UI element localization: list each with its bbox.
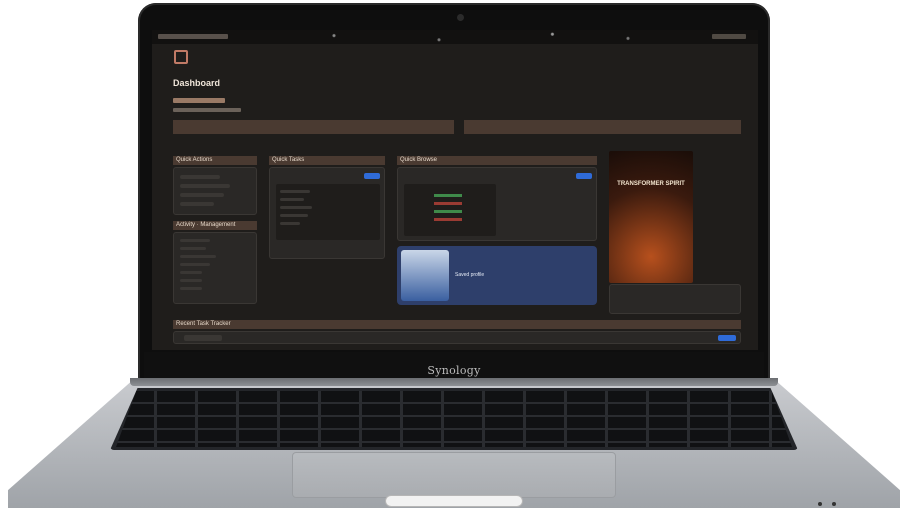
status-light xyxy=(832,502,836,506)
device-brand: Synology xyxy=(427,364,481,377)
poster-details xyxy=(609,284,741,314)
profile-avatar xyxy=(401,250,449,301)
app-logo-icon xyxy=(174,50,188,64)
keyboard-rows xyxy=(116,391,792,447)
task-row[interactable] xyxy=(280,222,300,225)
activity-row[interactable] xyxy=(180,263,210,266)
quick-actions-panel xyxy=(173,167,257,215)
topbar-breadcrumb[interactable] xyxy=(158,34,228,39)
profile-card[interactable]: Saved profile xyxy=(397,246,597,305)
quick-actions-heading: Quick Actions xyxy=(173,156,257,165)
file-row[interactable] xyxy=(434,202,462,205)
file-grid xyxy=(404,184,496,236)
topbar-status xyxy=(712,34,746,39)
starfield-decoration xyxy=(292,30,712,44)
activity-row[interactable] xyxy=(180,271,202,274)
activity-row[interactable] xyxy=(180,239,210,242)
action-item[interactable] xyxy=(180,202,214,206)
trackpad[interactable] xyxy=(292,452,616,498)
search-bar-left[interactable] xyxy=(173,120,454,134)
subtitle-detail xyxy=(173,108,241,112)
action-item[interactable] xyxy=(180,184,230,188)
activity-row[interactable] xyxy=(180,247,206,250)
recent-tasks-heading: Recent Task Tracker xyxy=(173,320,741,329)
action-item[interactable] xyxy=(180,193,224,197)
quick-tasks-panel xyxy=(269,167,385,259)
activity-row[interactable] xyxy=(180,279,202,282)
add-task-button[interactable] xyxy=(364,173,380,179)
webcam-icon xyxy=(457,14,464,21)
lid-notch xyxy=(386,496,522,506)
recent-tasks-bar xyxy=(173,331,741,344)
browse-button[interactable] xyxy=(576,173,592,179)
status-light xyxy=(818,502,822,506)
quick-tasks-heading: Quick Tasks xyxy=(269,156,385,165)
task-row[interactable] xyxy=(280,206,312,209)
activity-heading: Activity · Management xyxy=(173,221,257,230)
filter-chip[interactable] xyxy=(184,335,222,341)
quick-browse-panel xyxy=(397,167,597,241)
run-task-button[interactable] xyxy=(718,335,736,341)
laptop-hinge xyxy=(130,378,778,386)
hero-title: TRANSFORMER SPIRIT xyxy=(617,181,685,187)
task-row[interactable] xyxy=(280,198,304,201)
activity-panel xyxy=(173,232,257,304)
hero-poster[interactable]: TRANSFORMER SPIRIT xyxy=(609,151,693,283)
action-item[interactable] xyxy=(180,175,220,179)
search-bar-right[interactable] xyxy=(464,120,741,134)
subtitle-line xyxy=(173,98,225,103)
file-row[interactable] xyxy=(434,210,462,213)
page-title: Dashboard xyxy=(173,78,221,88)
laptop-screen: Dashboard Quick Actions Activity · Manag… xyxy=(152,30,758,350)
profile-caption: Saved profile xyxy=(455,272,485,278)
file-row[interactable] xyxy=(434,218,462,221)
task-row[interactable] xyxy=(280,214,308,217)
task-row[interactable] xyxy=(280,190,310,193)
activity-row[interactable] xyxy=(180,287,202,290)
quick-browse-heading: Quick Browse xyxy=(397,156,597,165)
activity-row[interactable] xyxy=(180,255,216,258)
file-row[interactable] xyxy=(434,194,462,197)
